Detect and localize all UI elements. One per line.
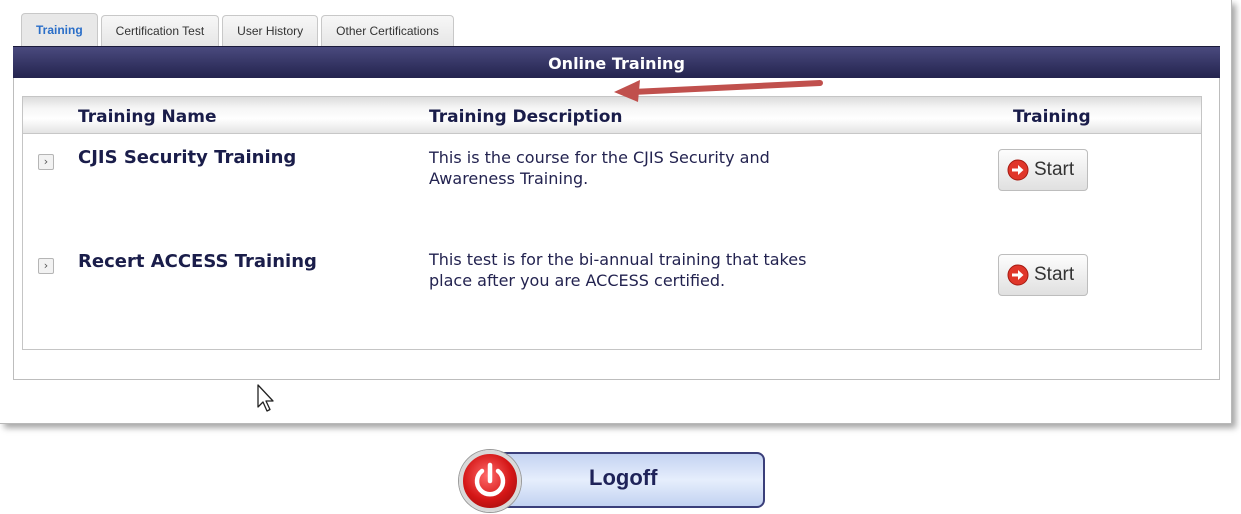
chevron-right-icon[interactable]: › [38, 154, 54, 170]
annotation-arrow-icon [614, 80, 823, 102]
logoff-label: Logoff [589, 465, 658, 490]
start-label: Start [1034, 264, 1075, 285]
training-grid: Training Name Training Description Train… [22, 96, 1202, 350]
mouse-cursor-icon [257, 384, 274, 412]
training-description: This is the course for the CJIS Security… [429, 147, 929, 189]
power-icon [459, 450, 521, 512]
description-line: place after you are ACCESS certified. [429, 271, 726, 290]
start-button[interactable]: Start [998, 149, 1088, 191]
training-description: This test is for the bi-annual training … [429, 249, 929, 291]
tab-other-certifications[interactable]: Other Certifications [321, 15, 454, 46]
description-line: This test is for the bi-annual training … [429, 250, 807, 269]
column-header-name: Training Name [78, 107, 217, 127]
start-label: Start [1034, 159, 1075, 180]
column-header-description: Training Description [429, 107, 623, 127]
description-line: Awareness Training. [429, 169, 589, 188]
arrow-right-circle-icon [1007, 264, 1029, 286]
training-panel: Training Certification Test User History… [0, 0, 1232, 424]
tab-training[interactable]: Training [21, 13, 98, 46]
start-button[interactable]: Start [998, 254, 1088, 296]
logoff-button[interactable]: Logoff [459, 450, 767, 512]
tab-user-history[interactable]: User History [222, 15, 319, 46]
screen: Training Certification Test User History… [0, 0, 1241, 514]
description-line: This is the course for the CJIS Security… [429, 148, 770, 167]
tab-bar: Training Certification Test User History… [21, 12, 457, 46]
table-row: › CJIS Security Training This is the cou… [23, 137, 1201, 247]
column-header-training: Training [1013, 107, 1091, 127]
training-name: CJIS Security Training [78, 147, 297, 168]
tab-certification-test[interactable]: Certification Test [100, 15, 220, 46]
grid-header: Training Name Training Description Train… [23, 97, 1201, 134]
table-row: › Recert ACCESS Training This test is fo… [23, 240, 1201, 350]
training-name: Recert ACCESS Training [78, 251, 317, 272]
arrow-right-circle-icon [1007, 159, 1029, 181]
chevron-right-icon[interactable]: › [38, 258, 54, 274]
